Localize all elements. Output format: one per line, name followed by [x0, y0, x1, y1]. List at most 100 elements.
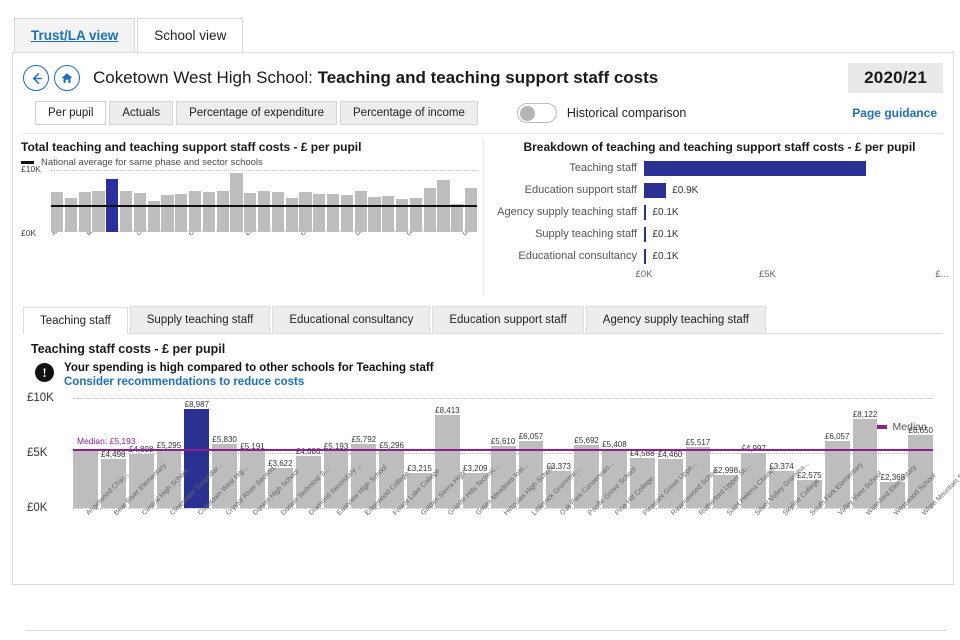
tab-school-view[interactable]: School view [137, 18, 244, 52]
mode-actuals[interactable]: Actuals [109, 101, 174, 125]
toggle-knob [519, 105, 535, 121]
total-chart-xlabels: Angelwood ...Bear River Eleme...Central … [51, 232, 477, 290]
footer-divider [25, 630, 947, 631]
total-chart-bar[interactable] [382, 195, 395, 232]
main-chart-xlabel-cell: Pleasant Grove Uppe... [630, 461, 698, 570]
total-chart-bar[interactable] [409, 197, 423, 232]
total-chart-bar[interactable] [244, 193, 257, 232]
recommendations-link[interactable]: Consider recommendations to reduce costs [64, 376, 434, 388]
main-chart-xlabel-cell: Oak Park Conservato... [546, 461, 615, 570]
historical-comparison-toggle[interactable] [516, 103, 557, 123]
median-line [73, 448, 933, 451]
main-chart-xlabel-cell: Rutherford Upper Sc... [686, 462, 752, 570]
mode-per-pupil[interactable]: Per pupil [35, 101, 107, 125]
total-chart-bar[interactable] [216, 191, 229, 232]
page-title-text: Teaching and teaching support staff cost… [317, 68, 659, 87]
spending-warning: ! Your spending is high compared to othe… [35, 362, 953, 388]
breakdown-bar-value: £0.1K [652, 206, 679, 218]
national-average-legend-label: National average for same phase and sect… [41, 157, 263, 168]
total-chart-bar[interactable] [354, 191, 367, 232]
breakdown-xtick: £... [935, 269, 949, 280]
total-chart-bar[interactable] [340, 195, 354, 232]
total-chart-bar[interactable] [175, 194, 188, 232]
back-arrow-icon[interactable] [23, 65, 49, 91]
breakdown-row[interactable]: Supply teaching staff £0.1K [494, 223, 945, 245]
main-chart-xlabel-cell: Pacific Grove School [574, 466, 638, 570]
main-chart-bar-value: £5,830 [212, 434, 237, 444]
ytick-10k: £10K [27, 392, 54, 404]
mode-percentage-of-expenditure[interactable]: Percentage of expenditure [176, 101, 338, 125]
main-chart-xlabel-cell: Angelwood Char... [73, 472, 130, 570]
total-chart-bars [51, 170, 478, 232]
total-chart-ytick-top: £10K [21, 164, 41, 174]
total-chart-bar[interactable] [326, 194, 340, 232]
main-panel: Coketown West High School: Teaching and … [12, 52, 960, 631]
main-chart-bar-value: £6,057 [518, 432, 544, 442]
total-chart-bar[interactable] [257, 191, 271, 232]
total-chart-bar[interactable] [51, 191, 64, 232]
tab-educational-consultancy[interactable]: Educational consultancy [272, 306, 431, 333]
total-chart-bar[interactable] [368, 196, 381, 232]
breakdown-chart: Breakdown of teaching and teaching suppo… [483, 140, 949, 296]
breakdown-row[interactable]: Teaching staff £9.0K [494, 157, 945, 179]
teaching-staff-cost-chart: £10K £5K £0K £4,498£4,898£5,295£8,987£5,… [27, 392, 960, 517]
total-chart-bar[interactable] [230, 173, 243, 232]
tab-teaching-staff[interactable]: Teaching staff [23, 307, 128, 334]
home-icon[interactable] [54, 65, 80, 91]
page-guidance-link[interactable]: Page guidance [852, 106, 943, 120]
breakdown-bar[interactable] [644, 226, 647, 242]
national-average-legend: National average for same phase and sect… [21, 157, 483, 168]
tab-supply-teaching-staff[interactable]: Supply teaching staff [129, 306, 271, 333]
breakdown-row-track: £0.1K [644, 223, 945, 245]
main-chart-xlabel-cell: Skyline College [769, 478, 821, 570]
total-chart-bar[interactable] [188, 190, 202, 232]
breakdown-row[interactable]: Agency supply teaching staff £0.1K [494, 201, 945, 223]
breakdown-row-track: £0.1K [644, 201, 945, 223]
tab-education-support-staff[interactable]: Education support staff [432, 306, 584, 333]
total-chart-bar[interactable] [464, 188, 478, 232]
total-chart-bar[interactable] [64, 198, 78, 232]
breakdown-row-track: £9.0K [644, 157, 945, 179]
total-chart-bar[interactable] [423, 187, 436, 232]
main-chart-bar-value: £5,610 [490, 437, 516, 447]
total-chart-bar[interactable] [299, 191, 312, 232]
total-chart-bar[interactable] [313, 193, 326, 232]
historical-comparison-label: Historical comparison [566, 106, 687, 120]
breakdown-xtick: £5K [758, 269, 776, 280]
main-chart-xlabel-cell: Clearwater Secondar... [157, 462, 224, 570]
main-chart-xlabel-cell: White Mountain Sch... [908, 464, 960, 570]
breakdown-row[interactable]: Education support staff £0.9K [494, 179, 945, 201]
tab-agency-supply-teaching-staff[interactable]: Agency supply teaching staff [585, 306, 766, 333]
total-chart-bar[interactable] [161, 194, 174, 232]
breakdown-xtick: £0K [635, 269, 653, 280]
total-chart-bar[interactable] [133, 193, 147, 232]
view-tab-bar: Trust/LA view School view [0, 0, 960, 52]
main-chart-xlabel-cell: Forest Lake College [379, 468, 441, 570]
total-chart-bar[interactable] [271, 192, 285, 232]
total-chart-bar[interactable] [395, 199, 409, 232]
page-title: Coketown West High School: Teaching and … [93, 68, 658, 88]
total-chart-bar[interactable] [285, 197, 298, 232]
total-chart-bar[interactable] [92, 191, 105, 232]
breakdown-bar-value: £0.9K [672, 184, 699, 196]
total-chart-bar[interactable] [202, 191, 216, 232]
breakdown-bar[interactable]: £9.0K [644, 160, 939, 176]
total-chart-bar[interactable] [78, 191, 91, 232]
breakdown-bar[interactable] [644, 248, 647, 264]
main-chart-bar-value: £4,460 [657, 449, 683, 459]
breakdown-row[interactable]: Educational consultancy £0.1K [494, 245, 945, 267]
main-chart-bar-value: £6,650 [908, 425, 933, 435]
breakdown-bar[interactable] [644, 204, 647, 220]
total-chart-plot: £10K £0K [21, 164, 478, 238]
main-chart-column[interactable] [73, 398, 98, 508]
main-chart-bar[interactable] [73, 450, 98, 508]
breakdown-row-label: Teaching staff [569, 162, 637, 174]
total-chart-bar[interactable] [451, 203, 464, 232]
breakdown-bar[interactable] [644, 182, 667, 198]
breakdown-row-label: Agency supply teaching staff [497, 206, 637, 218]
main-chart-xlabel-cell: Green Meadows Inst... [463, 462, 530, 570]
mode-percentage-of-income[interactable]: Percentage of income [340, 101, 478, 125]
total-chart-bar[interactable] [119, 191, 133, 232]
exclamation-icon: ! [35, 363, 54, 382]
tab-trust-la-view[interactable]: Trust/LA view [14, 18, 136, 52]
